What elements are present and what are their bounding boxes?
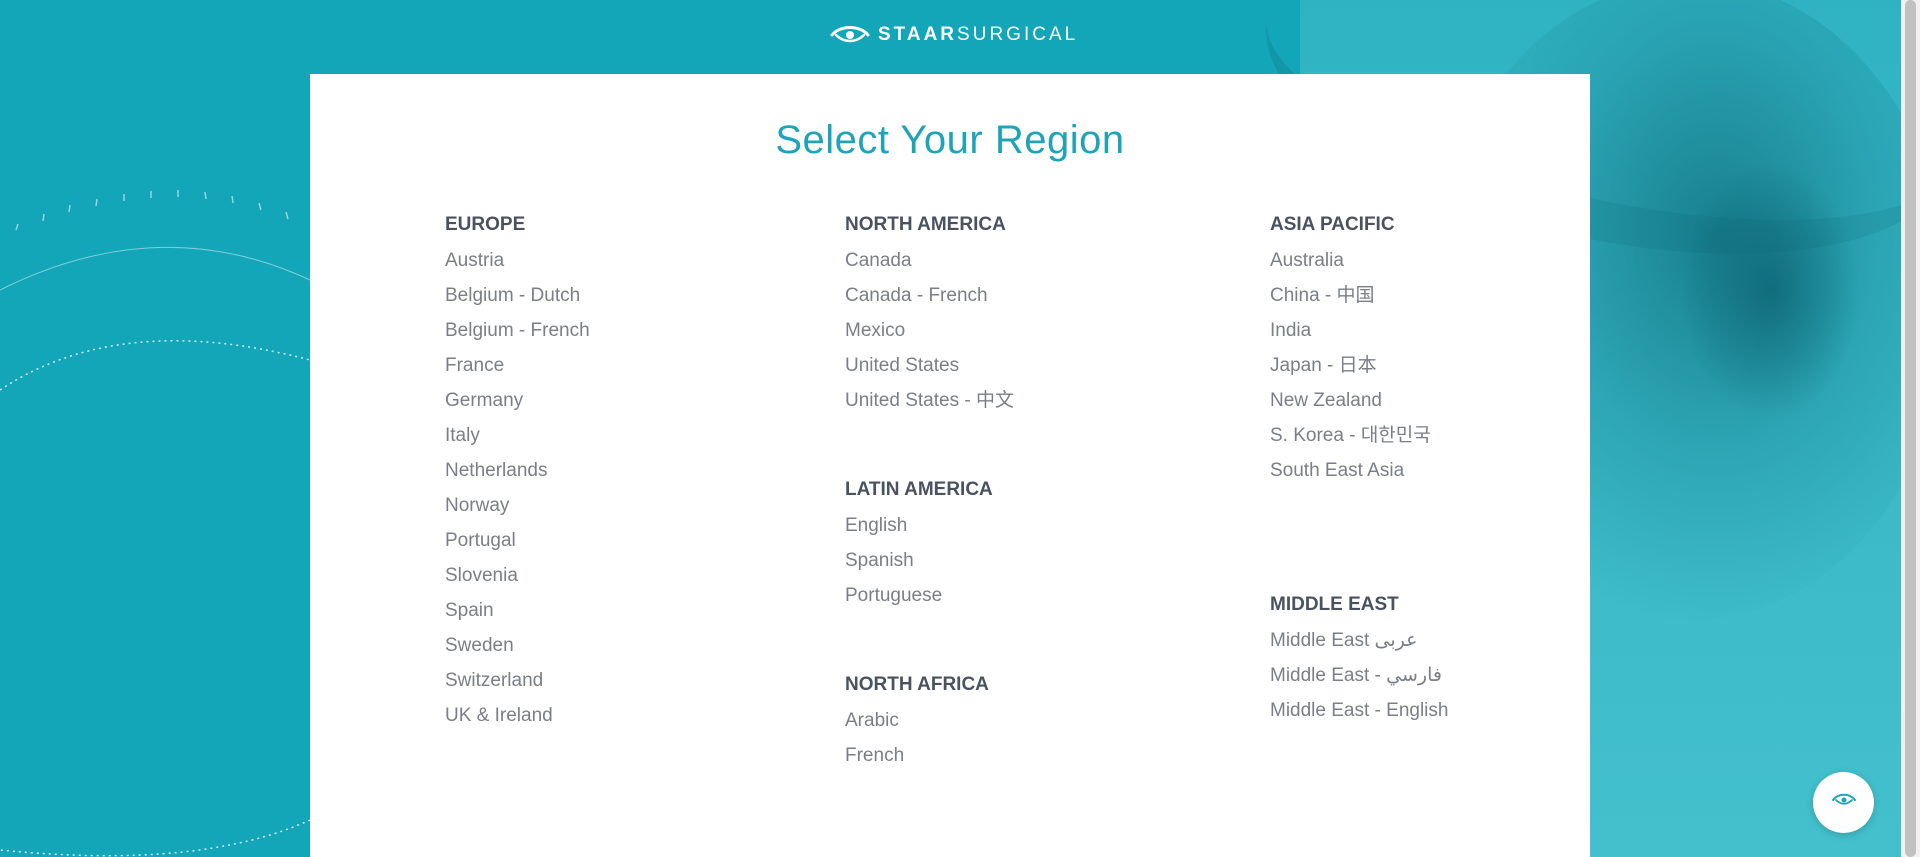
region-group-north-africa: NORTH AFRICA Arabic French <box>845 671 989 773</box>
region-group-europe: EUROPE Austria Belgium - Dutch Belgium -… <box>445 211 590 733</box>
region-link-netherlands[interactable]: Netherlands <box>445 453 590 488</box>
region-link-north-africa-arabic[interactable]: Arabic <box>845 703 989 738</box>
floating-eye-button[interactable] <box>1813 772 1874 833</box>
region-link-switzerland[interactable]: Switzerland <box>445 663 590 698</box>
vertical-scrollbar[interactable] <box>1901 0 1920 857</box>
region-group-north-america: NORTH AMERICA Canada Canada - French Mex… <box>845 211 1014 418</box>
region-link-norway[interactable]: Norway <box>445 488 590 523</box>
region-link-sweden[interactable]: Sweden <box>445 628 590 663</box>
region-list-north-africa: Arabic French <box>845 703 989 773</box>
region-link-spain[interactable]: Spain <box>445 593 590 628</box>
region-list-middle-east: Middle East عربى Middle East - فارسي Mid… <box>1270 623 1448 728</box>
region-heading-europe: EUROPE <box>445 214 526 235</box>
region-heading-north-america: NORTH AMERICA <box>845 214 1006 235</box>
region-link-france[interactable]: France <box>445 348 590 383</box>
decorative-arcs <box>0 190 311 857</box>
region-list-latin-america: English Spanish Portuguese <box>845 508 993 613</box>
region-list-asia-pacific: Australia China - 中国 India Japan - 日本 Ne… <box>1270 243 1431 488</box>
page-title: Select Your Region <box>775 118 1125 162</box>
region-link-middle-east-english[interactable]: Middle East - English <box>1270 693 1448 728</box>
region-link-uk-ireland[interactable]: UK & Ireland <box>445 698 590 733</box>
region-selector-card: Select Your Region EUROPE Austria Belgiu… <box>310 74 1590 857</box>
region-link-latam-spanish[interactable]: Spanish <box>845 543 993 578</box>
region-link-new-zealand[interactable]: New Zealand <box>1270 383 1431 418</box>
logo-wordmark: STAARSURGICAL <box>878 24 1079 45</box>
region-link-belgium-dutch[interactable]: Belgium - Dutch <box>445 278 590 313</box>
region-link-south-korea[interactable]: S. Korea - 대한민국 <box>1270 418 1431 453</box>
region-link-latam-portuguese[interactable]: Portuguese <box>845 578 993 613</box>
region-link-austria[interactable]: Austria <box>445 243 590 278</box>
region-link-portugal[interactable]: Portugal <box>445 523 590 558</box>
region-group-middle-east: MIDDLE EAST Middle East عربى Middle East… <box>1270 591 1448 728</box>
region-link-canada[interactable]: Canada <box>845 243 1014 278</box>
region-link-middle-east-arabic[interactable]: Middle East عربى <box>1270 623 1448 658</box>
region-link-australia[interactable]: Australia <box>1270 243 1431 278</box>
region-heading-latin-america: LATIN AMERICA <box>845 479 993 500</box>
region-link-united-states[interactable]: United States <box>845 348 1014 383</box>
region-link-slovenia[interactable]: Slovenia <box>445 558 590 593</box>
region-link-north-africa-french[interactable]: French <box>845 738 989 773</box>
region-link-mexico[interactable]: Mexico <box>845 313 1014 348</box>
region-link-belgium-french[interactable]: Belgium - French <box>445 313 590 348</box>
scrollbar-thumb[interactable] <box>1905 0 1916 857</box>
region-group-asia-pacific: ASIA PACIFIC Australia China - 中国 India … <box>1270 211 1431 488</box>
region-link-china[interactable]: China - 中国 <box>1270 278 1431 313</box>
region-link-united-states-chinese[interactable]: United States - 中文 <box>845 383 1014 418</box>
region-heading-middle-east: MIDDLE EAST <box>1270 594 1399 615</box>
staar-surgical-logo[interactable]: STAARSURGICAL <box>830 24 1078 46</box>
eye-logo-icon <box>830 24 870 46</box>
region-list-europe: Austria Belgium - Dutch Belgium - French… <box>445 243 590 733</box>
pupil-shape <box>1680 160 1860 420</box>
region-link-japan[interactable]: Japan - 日本 <box>1270 348 1431 383</box>
page: STAARSURGICAL Select Your Region EUROPE … <box>0 0 1920 857</box>
region-heading-north-africa: NORTH AFRICA <box>845 674 989 695</box>
region-heading-asia-pacific: ASIA PACIFIC <box>1270 214 1395 235</box>
region-link-canada-french[interactable]: Canada - French <box>845 278 1014 313</box>
region-link-south-east-asia[interactable]: South East Asia <box>1270 453 1431 488</box>
region-group-latin-america: LATIN AMERICA English Spanish Portuguese <box>845 476 993 613</box>
region-link-middle-east-farsi[interactable]: Middle East - فارسي <box>1270 658 1448 693</box>
region-link-latam-english[interactable]: English <box>845 508 993 543</box>
region-link-india[interactable]: India <box>1270 313 1431 348</box>
region-list-north-america: Canada Canada - French Mexico United Sta… <box>845 243 1014 418</box>
region-link-italy[interactable]: Italy <box>445 418 590 453</box>
region-link-germany[interactable]: Germany <box>445 383 590 418</box>
eye-icon <box>1831 792 1857 813</box>
